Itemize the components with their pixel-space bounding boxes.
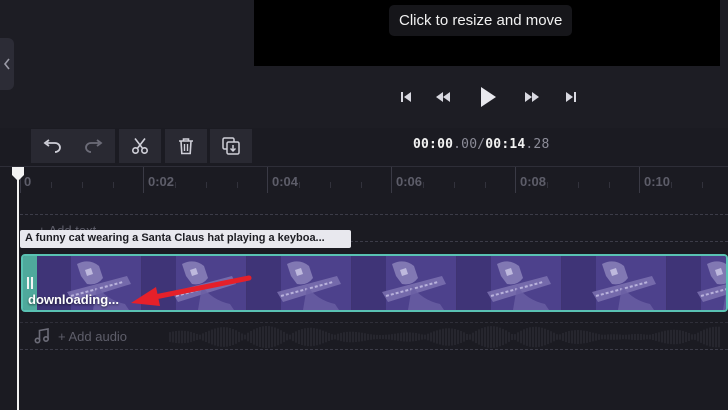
undo-button[interactable] [31,129,73,163]
clip-thumbnails [37,256,726,310]
split-button[interactable] [119,129,161,163]
ruler-minor-tick [547,182,548,188]
ruler-minor-tick [578,182,579,188]
clip-thumbnail [457,256,562,310]
skip-back-icon [401,92,411,102]
detach-audio-icon [222,137,240,155]
ruler-minor-tick [485,182,486,188]
ruler-label: 0:10 [644,174,671,189]
ruler-label: 0:06 [396,174,423,189]
fast-forward-button[interactable] [519,82,545,112]
skip-forward-icon [566,92,576,102]
total-time: 00:14 [485,137,526,152]
ruler-tick [515,167,516,193]
ruler-minor-tick [299,182,300,188]
ruler-minor-tick [702,182,703,188]
ruler-minor-tick [82,182,83,188]
ruler-label: 0:08 [520,174,547,189]
clip-thumbnail [142,256,247,310]
rewind-icon [436,92,450,102]
ruler-minor-tick [423,182,424,188]
redo-button[interactable] [73,129,115,163]
ruler-minor-tick [175,182,176,188]
ruler-minor-tick [330,182,331,188]
ruler-tick [267,167,268,193]
clip-thumbnail [562,256,667,310]
current-time: 00:00 [413,137,454,152]
ruler-minor-tick [113,182,114,188]
ruler-label: 0 [24,174,32,189]
playhead-handle-icon[interactable] [11,166,25,182]
skip-to-start-button[interactable] [396,82,416,112]
trash-icon [179,138,193,155]
ruler-minor-tick [51,182,52,188]
chevron-left-icon [3,58,10,70]
delete-button[interactable] [165,129,207,163]
ruler-minor-tick [361,182,362,188]
ruler-minor-tick [237,182,238,188]
total-time-frames: .28 [525,137,550,152]
clip-thumbnail [352,256,457,310]
ruler-minor-tick [671,182,672,188]
split-group [119,129,161,163]
ruler-minor-tick [454,182,455,188]
timeline-toolbar [0,128,728,166]
ruler-minor-tick [206,182,207,188]
timeline-ruler[interactable]: 0 0:02 0:04 0:06 0:08 0:10 [0,166,728,194]
history-group [31,129,115,163]
timecode-display: 00:00.00/00:14.28 [413,137,550,152]
current-time-frames: .00 [453,137,478,152]
ruler-label: 0:02 [148,174,175,189]
ruler-tick [143,167,144,193]
resize-hint-tooltip: Click to resize and move [389,5,573,36]
fast-forward-icon [525,92,539,102]
undo-icon [43,139,61,153]
ruler-tick [391,167,392,193]
collapse-panel-button[interactable] [0,38,14,90]
playhead-line[interactable] [17,172,19,410]
redo-icon [85,139,103,153]
play-button[interactable] [474,82,502,112]
detach-group [210,129,252,163]
add-audio-label: + Add audio [58,328,128,344]
delete-group [165,129,207,163]
scissors-icon [131,138,149,155]
preview-area: Click to resize and move [0,0,728,128]
clip-status-label: downloading... [28,292,119,307]
skip-to-end-button[interactable] [561,82,581,112]
ruler-label: 0:04 [272,174,299,189]
clip-title-tooltip: A funny cat wearing a Santa Claus hat pl… [20,230,351,248]
music-note-icon [34,328,50,344]
timeline-tracks: + Add text A funny cat wearing a Santa C… [0,194,728,410]
play-icon [481,87,496,107]
clip-thumbnail [247,256,352,310]
video-clip[interactable]: downloading... [21,254,728,312]
clip-thumbnail [667,256,726,310]
ruler-minor-tick [609,182,610,188]
rewind-button[interactable] [430,82,456,112]
ruler-tick [639,167,640,193]
add-audio-button[interactable]: + Add audio [34,328,127,344]
detach-audio-button[interactable] [210,129,252,163]
